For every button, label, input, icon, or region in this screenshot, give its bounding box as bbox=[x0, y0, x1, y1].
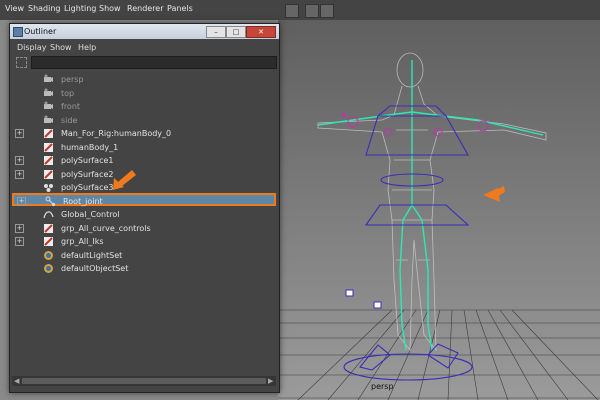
outliner-menu-help[interactable]: Help bbox=[78, 43, 96, 52]
viewport-callout-arrow bbox=[483, 186, 505, 202]
outliner-row-label: Root_joint bbox=[63, 196, 103, 206]
maya-logo-icon bbox=[13, 27, 23, 37]
outliner-row-side[interactable]: side bbox=[12, 114, 276, 127]
camera-toolbar-icon[interactable] bbox=[285, 4, 299, 18]
camera-icon bbox=[43, 74, 54, 85]
expand-icon[interactable]: + bbox=[15, 129, 24, 138]
filter-icon[interactable] bbox=[16, 57, 27, 68]
camera-icon bbox=[43, 88, 54, 99]
joint-icon bbox=[45, 196, 56, 207]
scroll-right-icon[interactable]: ▶ bbox=[268, 377, 273, 385]
outliner-row-label: top bbox=[61, 88, 75, 98]
perspective-viewport[interactable]: persp bbox=[278, 20, 600, 400]
outliner-row-label: defaultLightSet bbox=[61, 250, 123, 260]
outliner-row-grp-all-iks[interactable]: + grp_All_Iks bbox=[12, 235, 276, 248]
outliner-row-top[interactable]: top bbox=[12, 87, 276, 100]
mesh-icon bbox=[43, 223, 54, 234]
set-icon bbox=[43, 250, 54, 261]
outliner-row-label: grp_All_curve_controls bbox=[61, 223, 151, 233]
control-curves bbox=[343, 105, 473, 381]
expand-icon[interactable]: + bbox=[15, 169, 24, 179]
outliner-row-label: defaultObjectSet bbox=[61, 264, 129, 273]
mesh-icon bbox=[43, 155, 54, 166]
maximize-button[interactable]: □ bbox=[226, 26, 246, 38]
outliner-row-man-for-rig-humanbody-0[interactable]: + Man_For_Rig:humanBody_0 bbox=[12, 127, 276, 140]
outliner-row-label: Global_Control bbox=[61, 210, 120, 219]
menu-view[interactable]: View bbox=[5, 4, 24, 13]
outliner-search-bar bbox=[13, 56, 277, 69]
outliner-row-label: persp bbox=[61, 75, 84, 84]
expand-icon[interactable]: + bbox=[15, 237, 24, 246]
outliner-row-front[interactable]: front bbox=[12, 100, 276, 113]
isolate-toolbar-icon[interactable] bbox=[320, 4, 334, 18]
expand-icon[interactable]: + bbox=[17, 196, 26, 206]
character-wireframe bbox=[317, 52, 547, 352]
outliner-row-grp-all-curve-controls[interactable]: + grp_All_curve_controls bbox=[12, 222, 276, 235]
outliner-row-humanbody-1[interactable]: humanBody_1 bbox=[12, 141, 276, 154]
menu-shading[interactable]: Shading bbox=[28, 4, 61, 13]
outliner-row-root-joint[interactable]: + Root_joint bbox=[12, 192, 276, 207]
outliner-row-polysurface2[interactable]: + polySurface2 bbox=[12, 168, 276, 181]
menu-lighting[interactable]: Lighting bbox=[64, 4, 96, 13]
expand-icon[interactable]: + bbox=[15, 156, 24, 165]
scroll-left-icon[interactable]: ◀ bbox=[14, 377, 19, 385]
outliner-title: Outliner bbox=[24, 27, 57, 36]
outliner-row-label: polySurface3 bbox=[61, 183, 114, 192]
outliner-menu-show[interactable]: Show bbox=[50, 43, 72, 52]
ik-handles bbox=[342, 113, 489, 137]
group-icon bbox=[43, 182, 54, 193]
mesh-icon bbox=[43, 142, 54, 153]
outliner-row-defaultobjectset[interactable]: defaultObjectSet bbox=[12, 262, 276, 275]
outliner-row-persp[interactable]: persp bbox=[12, 73, 276, 86]
outliner-row-defaultlightset[interactable]: defaultLightSet bbox=[12, 249, 276, 262]
camera-icon bbox=[43, 101, 54, 112]
expand-icon[interactable]: + bbox=[15, 223, 24, 233]
minimize-button[interactable]: – bbox=[206, 26, 226, 38]
mesh-icon bbox=[43, 236, 54, 247]
cube-toolbar-icon[interactable] bbox=[305, 4, 319, 18]
viewport-scene bbox=[278, 52, 600, 400]
scrollbar-thumb[interactable] bbox=[22, 378, 266, 384]
outliner-menubar: Display Show Help bbox=[10, 41, 279, 54]
outliner-titlebar[interactable]: Outliner – □ ✕ bbox=[10, 24, 279, 39]
close-button[interactable]: ✕ bbox=[246, 26, 276, 38]
outliner-row-label: humanBody_1 bbox=[61, 142, 119, 152]
outliner-row-label: side bbox=[61, 115, 78, 125]
outliner-row-label: grp_All_Iks bbox=[61, 237, 104, 246]
outliner-row-global-control[interactable]: Global_Control bbox=[12, 208, 276, 221]
camera-icon bbox=[43, 115, 54, 126]
ground-grid bbox=[278, 309, 600, 400]
outliner-row-label: front bbox=[61, 102, 81, 111]
main-menubar: View Shading Lighting Show Renderer Pane… bbox=[0, 0, 600, 20]
search-input[interactable] bbox=[31, 56, 277, 69]
outliner-row-label: polySurface2 bbox=[61, 169, 114, 179]
menu-renderer[interactable]: Renderer bbox=[127, 4, 164, 13]
horizontal-scrollbar[interactable]: ◀ ▶ bbox=[12, 376, 276, 386]
outliner-row-label: polySurface1 bbox=[61, 156, 114, 165]
outliner-row-polysurface1[interactable]: + polySurface1 bbox=[12, 154, 276, 167]
curve-icon bbox=[43, 209, 54, 220]
outliner-row-label: Man_For_Rig:humanBody_0 bbox=[61, 129, 172, 138]
menu-show[interactable]: Show bbox=[99, 4, 121, 13]
outliner-list: persp top front side + Man_For_Rig:humanBody_… bbox=[12, 71, 276, 373]
camera-label: persp bbox=[371, 382, 394, 391]
floating-locators bbox=[345, 289, 382, 309]
menu-panels[interactable]: Panels bbox=[167, 4, 193, 13]
outliner-menu-display[interactable]: Display bbox=[17, 43, 47, 52]
mesh-icon bbox=[43, 169, 54, 180]
set-icon bbox=[43, 263, 54, 274]
mesh-icon bbox=[43, 128, 54, 139]
outliner-callout-arrow bbox=[113, 170, 136, 190]
outliner-window: Outliner – □ ✕ Display Show Help persp to… bbox=[9, 23, 280, 393]
